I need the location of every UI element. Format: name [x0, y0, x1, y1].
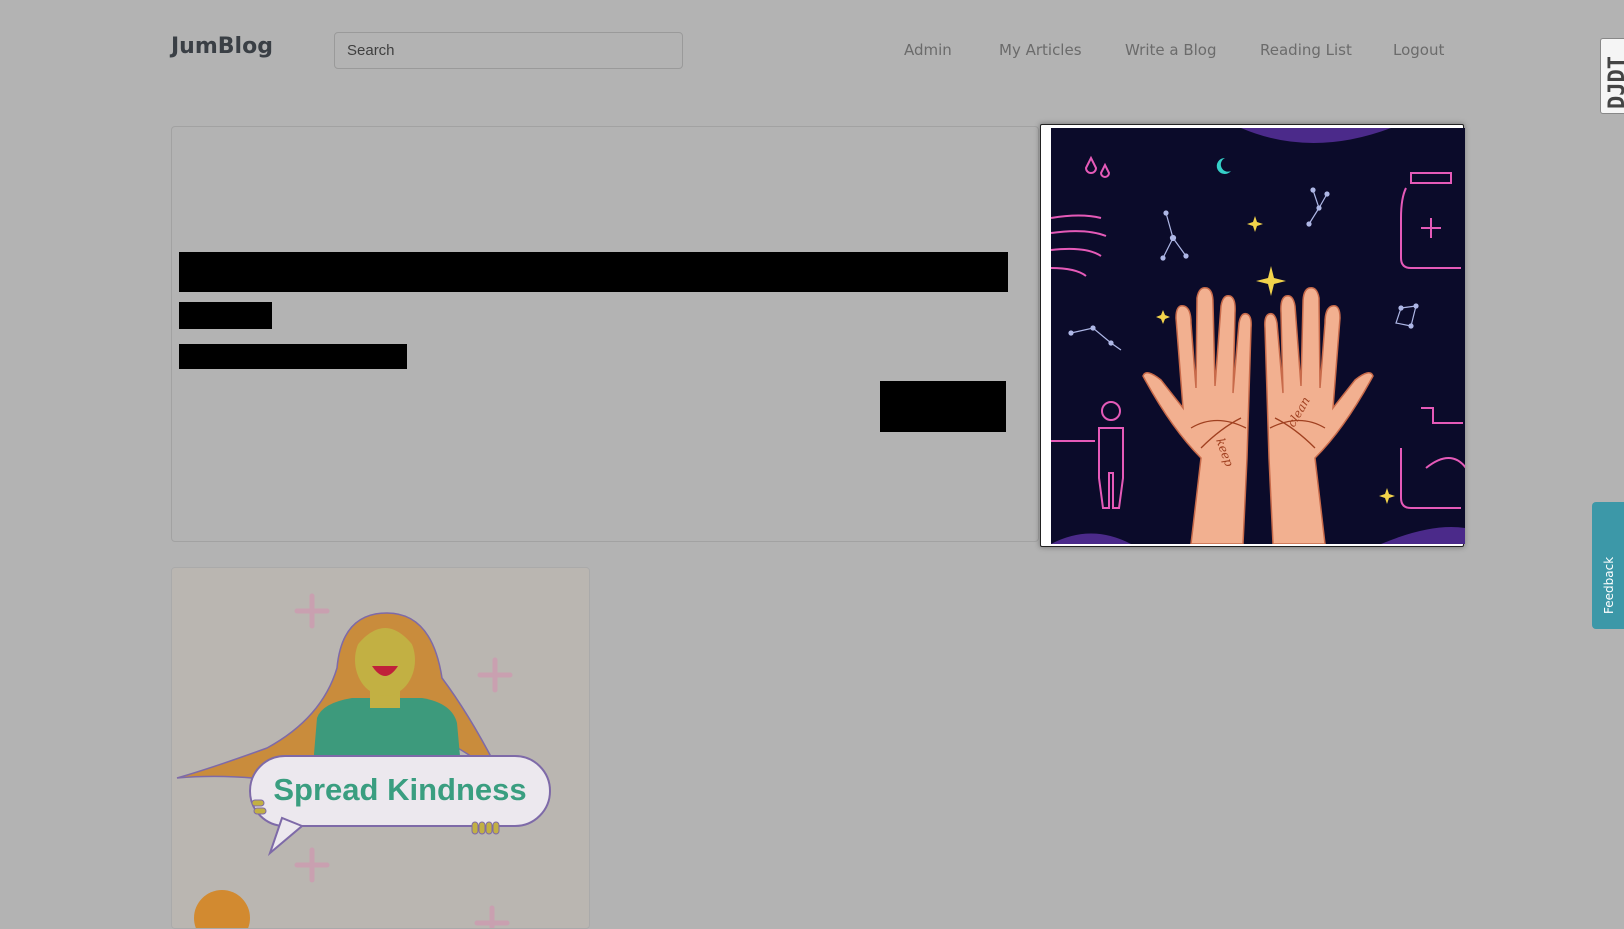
nav-reading-list[interactable]: Reading List — [1260, 41, 1352, 59]
debug-toolbar-label: DJDT — [1605, 56, 1624, 109]
redacted-date — [179, 344, 407, 369]
kindness-text: Spread Kindness — [273, 772, 526, 807]
search-input[interactable] — [334, 32, 683, 69]
spread-kindness-illustration: Spread Kindness — [172, 568, 589, 928]
redacted-article-title — [179, 252, 1008, 292]
featured-article-card — [171, 126, 1039, 542]
image-preview-popup[interactable]: keep clean — [1040, 124, 1465, 547]
redacted-author — [179, 302, 272, 329]
debug-toolbar-tab[interactable]: DJDT — [1600, 38, 1624, 114]
article-card-spread-kindness[interactable]: Spread Kindness — [171, 567, 590, 929]
nav-admin[interactable]: Admin — [904, 41, 952, 59]
nav-write-blog[interactable]: Write a Blog — [1125, 41, 1217, 59]
feedback-tab[interactable]: Feedback — [1592, 502, 1624, 629]
nav-logout[interactable]: Logout — [1393, 41, 1444, 59]
palmistry-illustration: keepclean — [1051, 128, 1465, 544]
redacted-read-button[interactable] — [880, 381, 1006, 432]
nav-my-articles[interactable]: My Articles — [999, 41, 1082, 59]
feedback-label: Feedback — [1602, 556, 1616, 614]
brand-logo[interactable]: JumBlog — [171, 34, 273, 59]
